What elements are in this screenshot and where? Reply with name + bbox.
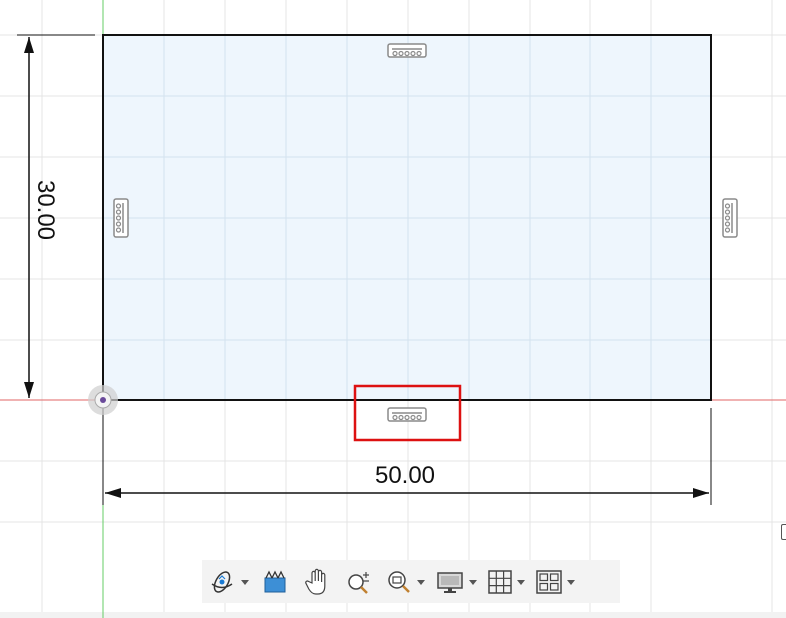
viewports-button[interactable]	[534, 564, 564, 600]
chevron-down-icon	[469, 579, 477, 585]
horizontal-dimension-label[interactable]: 50.00	[375, 462, 435, 489]
fit-zoom-dropdown[interactable]	[414, 564, 428, 600]
display-settings-icon	[437, 571, 463, 593]
vertical-constraint-icon[interactable]	[722, 198, 738, 238]
vertical-constraint-icon[interactable]	[113, 198, 129, 238]
horizontal-constraint-icon[interactable]	[387, 43, 427, 58]
orbit-button[interactable]	[206, 564, 238, 600]
vertical-dimension[interactable]: 30.00	[17, 34, 95, 398]
bottom-strip	[0, 612, 786, 618]
origin-point-icon[interactable]	[88, 385, 118, 415]
chevron-down-icon	[567, 579, 575, 585]
look-at-icon	[264, 570, 286, 592]
fit-zoom-button[interactable]	[384, 564, 414, 600]
pan-hand-icon	[305, 568, 326, 595]
fit-zoom-window-icon	[388, 570, 410, 593]
viewports-icon	[536, 569, 562, 594]
display-settings-button[interactable]	[434, 564, 466, 600]
sketch-canvas[interactable]: 30.00 50.00	[0, 0, 786, 618]
chevron-down-icon	[241, 579, 249, 585]
zoom-icon	[348, 571, 369, 594]
pan-button[interactable]	[298, 564, 336, 600]
display-settings-dropdown[interactable]	[466, 564, 480, 600]
horizontal-dimension[interactable]: 50.00	[102, 408, 712, 505]
grid-snap-icon	[488, 569, 512, 594]
orbit-dropdown[interactable]	[238, 564, 252, 600]
chevron-down-icon	[417, 579, 425, 585]
zoom-button[interactable]	[342, 564, 378, 600]
horizontal-constraint-icon[interactable]	[387, 407, 427, 422]
chevron-down-icon	[517, 579, 525, 585]
navigation-bar	[202, 560, 620, 603]
grid-snap-button[interactable]	[486, 564, 514, 600]
viewports-dropdown[interactable]	[564, 564, 578, 600]
look-at-button[interactable]	[258, 564, 292, 600]
orbit-icon	[211, 570, 233, 593]
vertical-dimension-label[interactable]: 30.00	[32, 180, 59, 240]
grid-snap-dropdown[interactable]	[514, 564, 528, 600]
edge-marker	[781, 524, 786, 540]
